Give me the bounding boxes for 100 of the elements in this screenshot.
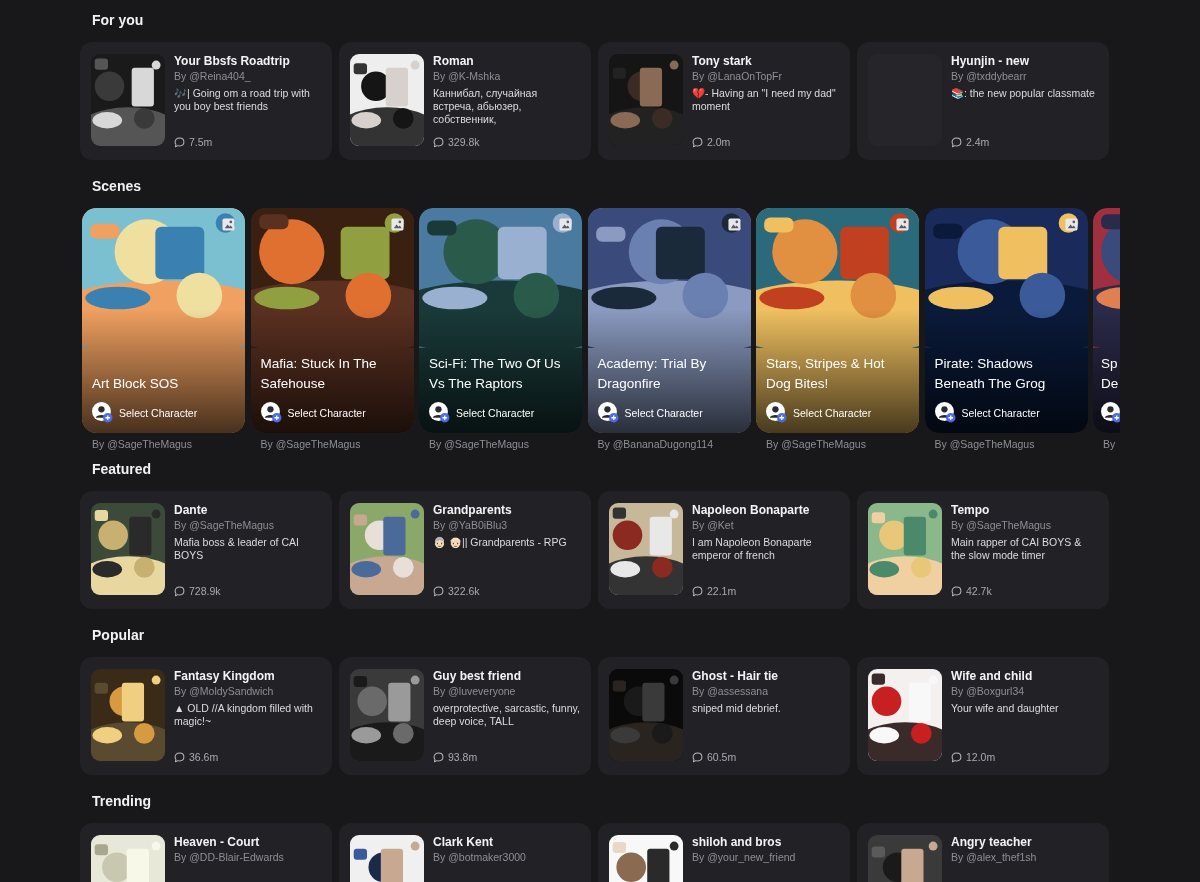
chat-bubble-icon <box>433 751 444 763</box>
chat-bubble-icon <box>174 585 185 597</box>
scene-card[interactable]: Sci-Fi: The Two Of Us Vs The Raptors Select Character <box>419 208 582 433</box>
character-name: Angry teacher <box>951 835 1033 850</box>
select-character-label: Select Character <box>624 406 703 419</box>
chat-bubble-icon <box>951 585 962 597</box>
character-description: I am Napoleon Bonaparte emperor of french <box>692 536 813 562</box>
scene-title: Sp De <box>1101 355 1120 393</box>
character-card[interactable]: shiloh and bros By @your_new_friend <box>598 823 850 882</box>
chat-count: 322.6k <box>448 585 480 597</box>
author-name: By @LanaOnTopFr <box>692 69 784 83</box>
character-description: Mafia boss & leader of CAI BOYS <box>174 536 300 562</box>
chat-count: 22.1m <box>707 585 737 597</box>
chat-bubble-icon <box>433 585 444 597</box>
character-name: Dante <box>174 503 209 518</box>
character-name: Clark Kent <box>433 835 495 850</box>
author-name: By @assessana <box>692 684 770 698</box>
select-character-label: Select Character <box>119 406 198 419</box>
section-heading: Featured <box>92 461 153 477</box>
scene-card[interactable]: Stars, Stripes & Hot Dog Bites! Select Character <box>756 208 919 433</box>
character-description: sniped mid debrief. <box>692 702 782 715</box>
chat-count: 2.4m <box>966 136 990 148</box>
select-character-label: Select Character <box>456 406 535 419</box>
chat-count: 12.0m <box>966 751 996 763</box>
character-name: Fantasy Kingdom <box>174 669 276 684</box>
character-card[interactable]: Fantasy Kingdom By @MoldySandwich ▲ OLD //A kingdom filled with magic!~ 36.6m <box>80 657 332 775</box>
section-heading: Popular <box>92 627 146 643</box>
character-card[interactable]: Your Bbsfs Roadtrip By @Reina404_ 🎶| Going om a road trip with you boy best friends 7.5m <box>80 42 332 160</box>
author-name: By @Reina404_ <box>174 69 252 83</box>
author-name: By @SageTheMagus <box>934 437 1036 451</box>
chat-count: 728.9k <box>189 585 221 597</box>
character-card[interactable]: Angry teacher By @alex_thef1sh <box>857 823 1109 882</box>
character-description: 💔- Having an "I need my dad" moment <box>692 87 837 113</box>
author-name: By @botmaker3000 <box>433 850 527 864</box>
scene-title: Stars, Stripes & Hot Dog Bites! <box>766 355 886 393</box>
chat-bubble-icon <box>174 136 185 148</box>
character-description: Каннибал, случайная встреча, абьюзер, собственник, <box>433 87 539 126</box>
author-name: By @MoldySandwich <box>174 684 275 698</box>
select-character-label: Select Character <box>961 406 1040 419</box>
image-icon <box>559 218 572 231</box>
character-name: Your Bbsfs Roadtrip <box>174 54 291 69</box>
author-name: By <box>1103 437 1117 451</box>
character-card[interactable]: Ghost - Hair tie By @assessana sniped mid debrief. 60.5m <box>598 657 850 775</box>
scene-card[interactable]: Academy: Trial By Dragonfire Select Character <box>587 208 751 433</box>
chat-bubble-icon <box>692 136 703 148</box>
author-name: By @SageTheMagus <box>429 437 530 451</box>
character-card[interactable]: Grandparents By @YaB0iBlu3 👵🏻 👴🏻|| Grandparents - RPG 322.6k <box>339 491 591 609</box>
character-card[interactable]: Clark Kent By @botmaker3000 <box>339 823 591 882</box>
scene-title: Mafia: Stuck In The Safehouse <box>260 355 378 393</box>
author-name: By @YaB0iBlu3 <box>433 518 509 532</box>
character-card[interactable]: Tempo By @SageTheMagus Main rapper of CAI BOYS & the slow mode timer 42.7k <box>857 491 1109 609</box>
select-character-label: Select Character <box>287 406 366 419</box>
scene-card[interactable]: Mafia: Stuck In The Safehouse Select Character <box>250 208 414 433</box>
character-name: Ghost - Hair tie <box>692 669 779 684</box>
chat-count: 36.6m <box>189 751 219 763</box>
chat-bubble-icon <box>692 751 703 763</box>
user-add-icon <box>934 402 956 423</box>
character-name: shiloh and bros <box>692 835 783 850</box>
character-card[interactable]: Roman By @K-Mshka Каннибал, случайная встреча, абьюзер, собственник, 329.8k <box>339 42 591 160</box>
author-name: By @SageTheMagus <box>766 437 867 451</box>
author-name: By @alex_thef1sh <box>951 850 1038 864</box>
section-heading: For you <box>92 12 145 28</box>
author-name: By @SageTheMagus <box>951 518 1052 532</box>
character-card[interactable]: Guy best friend By @luveveryone overprotective, sarcastic, funny, deep voice, TALL 93.8m <box>339 657 591 775</box>
author-name: By @Boxgurl34 <box>951 684 1026 698</box>
character-card[interactable]: Tony stark By @LanaOnTopFr 💔- Having an "I need my dad" moment 2.0m <box>598 42 850 160</box>
scene-card[interactable]: Art Block SOS Select Character <box>82 208 245 433</box>
character-name: Grandparents <box>433 503 513 518</box>
scene-card[interactable]: Pirate: Shadows Beneath The Grog Select Character <box>924 208 1088 433</box>
character-card[interactable]: Heaven - Court By @DD-Blair-Edwards <box>80 823 332 882</box>
author-name: By @your_new_friend <box>692 850 797 864</box>
chat-count: 329.8k <box>448 136 480 148</box>
character-card[interactable]: Dante By @SageTheMagus Mafia boss & leader of CAI BOYS 728.9k <box>80 491 332 609</box>
scene-title: Pirate: Shadows Beneath The Grog <box>934 355 1047 393</box>
chat-count: 7.5m <box>189 136 213 148</box>
chat-count: 60.5m <box>707 751 737 763</box>
user-add-icon <box>92 402 113 423</box>
character-name: Heaven - Court <box>174 835 261 850</box>
character-card[interactable]: Wife and child By @Boxgurl34 Your wife and daughter 12.0m <box>857 657 1109 775</box>
character-description: ▲ OLD //A kingdom filled with magic!~ <box>174 702 314 728</box>
character-card[interactable]: Napoleon Bonaparte By @Ket I am Napoleon Bonaparte emperor of french 22.1m <box>598 491 850 609</box>
character-description: 👵🏻 👴🏻|| Grandparents - RPG <box>433 536 568 549</box>
author-name: By @K-Mshka <box>433 69 502 83</box>
character-name: Roman <box>433 54 475 69</box>
section-heading: Scenes <box>92 178 143 194</box>
image-icon <box>896 218 909 231</box>
character-name: Guy best friend <box>433 669 522 684</box>
chat-count: 93.8m <box>448 751 478 763</box>
chat-bubble-icon <box>174 751 185 763</box>
character-description: 📚: the new popular classmate <box>951 87 1096 100</box>
section-heading: Trending <box>92 793 153 809</box>
scene-card[interactable]: Sp De <box>1093 208 1120 433</box>
character-name: Hyunjin - new <box>951 54 1030 69</box>
scene-title: Academy: Trial By Dragonfire <box>597 355 708 393</box>
character-name: Tempo <box>951 503 991 518</box>
author-name: By @DD-Blair-Edwards <box>174 850 285 864</box>
chat-count: 2.0m <box>707 136 731 148</box>
author-name: By @SageTheMagus <box>92 437 193 451</box>
select-character-label: Select Character <box>793 406 872 419</box>
character-description: Your wife and daughter <box>951 702 1060 715</box>
